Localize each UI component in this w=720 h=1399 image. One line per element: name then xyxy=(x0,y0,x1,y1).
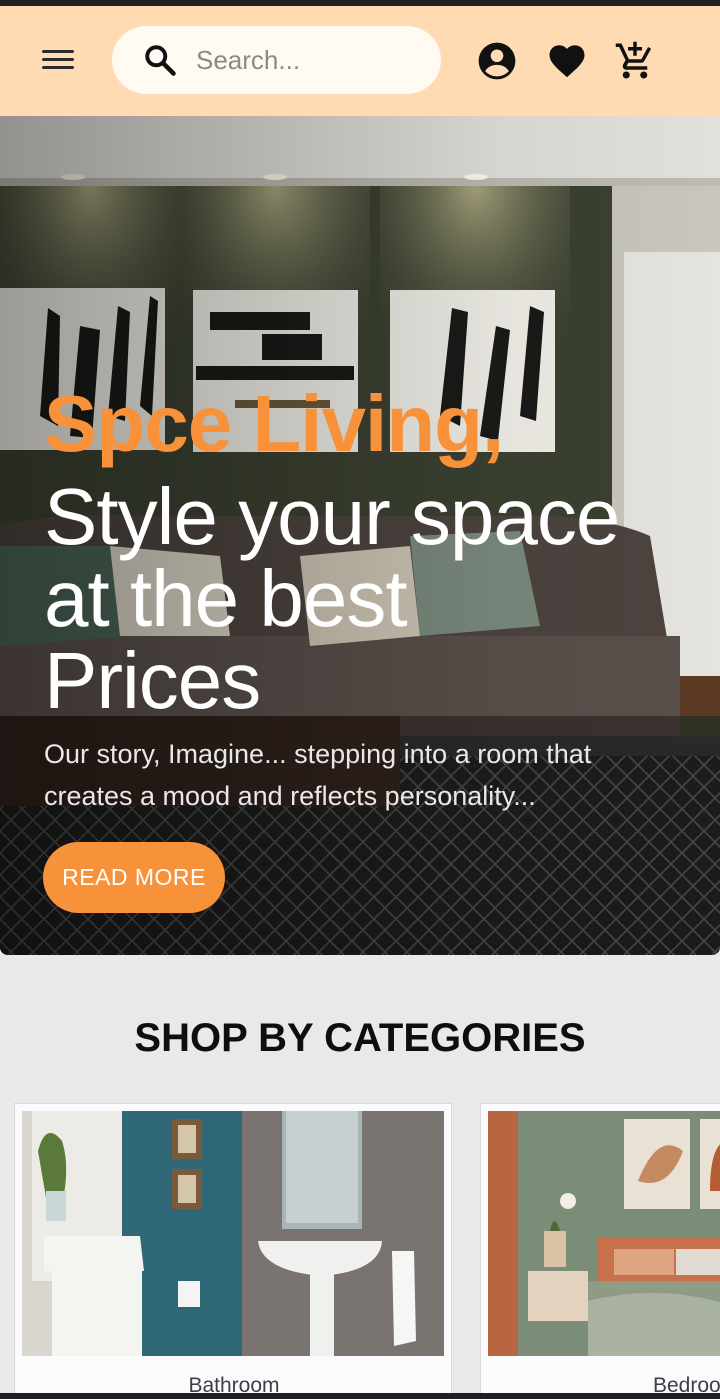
bathroom-image xyxy=(22,1111,444,1356)
heart-icon[interactable] xyxy=(546,40,588,82)
account-circle-icon[interactable] xyxy=(476,40,518,82)
menu-icon-bar xyxy=(42,50,74,53)
menu-button[interactable] xyxy=(38,42,82,78)
hero-title: Style your space at the best Prices xyxy=(44,472,620,725)
nav-bar xyxy=(0,1393,720,1399)
menu-icon-bar xyxy=(42,66,74,69)
hero-title-accent: Spce Living, xyxy=(44,379,504,468)
read-more-button[interactable]: READ MORE xyxy=(43,842,225,913)
bedroom-image xyxy=(488,1111,720,1356)
hero-subtitle: Our story, Imagine... stepping into a ro… xyxy=(44,739,592,811)
category-card-bedroom[interactable]: Bedroo xyxy=(480,1103,720,1399)
section-title: SHOP BY CATEGORIES xyxy=(134,1016,586,1060)
search-bar[interactable] xyxy=(112,26,441,94)
category-card-bathroom[interactable]: Bathroom xyxy=(14,1103,452,1399)
add-shopping-cart-icon[interactable] xyxy=(614,40,656,82)
search-input[interactable] xyxy=(196,40,426,80)
hero-banner: Spce Living, Style your space at the bes… xyxy=(0,116,720,955)
menu-icon-bar xyxy=(42,58,74,61)
search-icon[interactable] xyxy=(142,42,178,78)
top-header xyxy=(0,6,720,116)
